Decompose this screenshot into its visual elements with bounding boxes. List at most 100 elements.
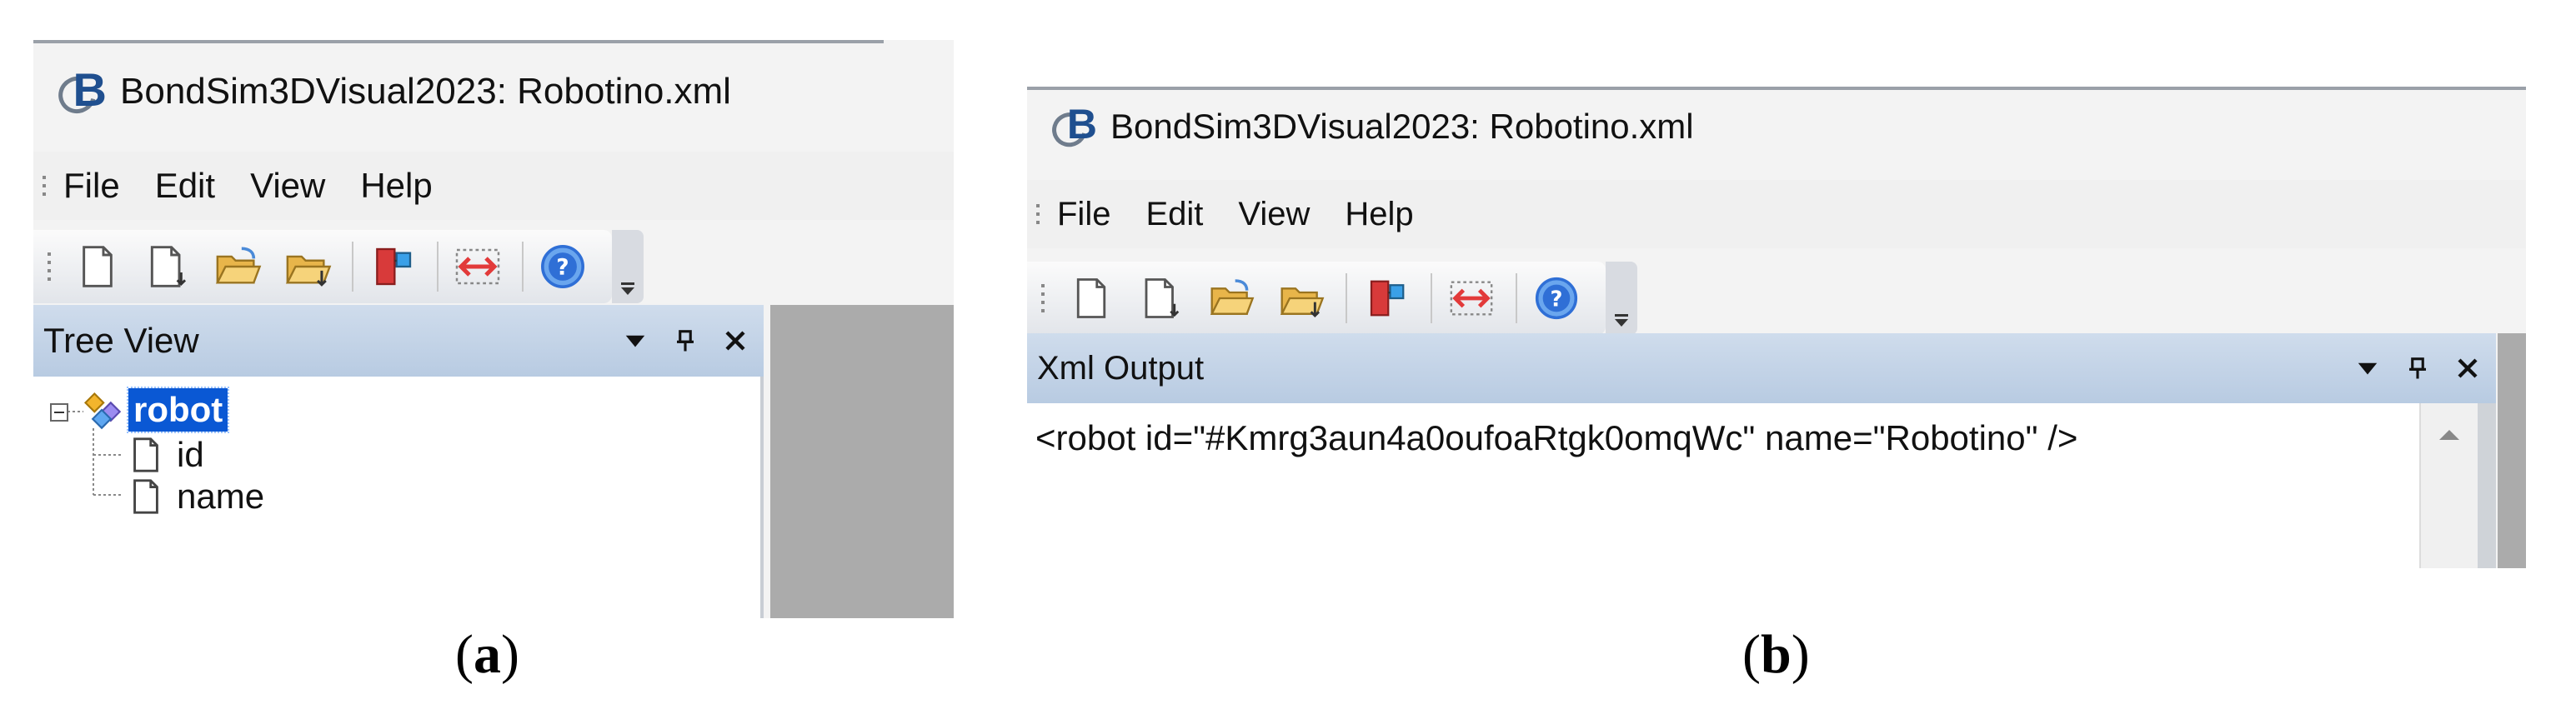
close-icon — [2455, 356, 2480, 381]
connector-button[interactable] — [1442, 269, 1501, 327]
model-component-icon — [1364, 276, 1409, 321]
open-recent-folder-button[interactable] — [1272, 269, 1331, 327]
new-document-icon — [74, 243, 121, 290]
app-logo-icon: B — [52, 67, 107, 121]
menu-file[interactable]: File — [1057, 196, 1110, 233]
vertical-scrollbar[interactable] — [2419, 403, 2478, 568]
help-button[interactable] — [1527, 269, 1586, 327]
open-folder-button[interactable] — [1202, 269, 1260, 327]
xml-output-text[interactable]: <robot id="#Kmrg3aun4a0oufoaRtgk0omqWc" … — [1035, 418, 2077, 458]
toolbar-grip-icon[interactable] — [43, 252, 55, 281]
tree-node-name[interactable]: name — [127, 477, 264, 517]
toolbar-separator — [1346, 273, 1347, 323]
new-document-button[interactable] — [68, 237, 127, 296]
menu-edit[interactable]: Edit — [1145, 196, 1203, 233]
menu-bar: File Edit View Help — [1027, 180, 2526, 248]
connector-button[interactable] — [449, 237, 507, 296]
overflow-dash-icon — [1615, 314, 1628, 317]
chevron-down-icon — [2355, 356, 2380, 381]
open-recent-folder-icon — [1278, 275, 1325, 322]
toolbar-overflow-button[interactable] — [1606, 262, 1637, 335]
menu-grip-icon[interactable] — [38, 176, 50, 196]
workspace-background — [770, 305, 954, 618]
dock-close-button[interactable] — [714, 319, 757, 362]
xml-output-pane[interactable]: <robot id="#Kmrg3aun4a0oufoaRtgk0omqWc" … — [1027, 403, 2496, 568]
dock-pin-button[interactable] — [2396, 347, 2439, 390]
caption-a: (a) — [455, 624, 519, 685]
menu-help[interactable]: Help — [360, 166, 432, 206]
toolbar — [1027, 253, 1637, 335]
window-title: BondSim3DVisual2023: Robotino.xml — [1110, 107, 1694, 146]
model-component-icon — [369, 243, 416, 290]
menu-view[interactable]: View — [250, 166, 325, 206]
toolbar-grip-icon[interactable] — [1037, 284, 1049, 312]
attribute-document-icon — [127, 477, 165, 516]
new-document-add-icon — [1139, 276, 1184, 321]
chevron-down-icon — [623, 328, 648, 353]
menu-help[interactable]: Help — [1345, 196, 1413, 233]
connector-arrow-icon — [453, 242, 503, 292]
dock-title: Tree View — [43, 321, 199, 360]
element-node-icon — [80, 388, 123, 432]
menu-edit[interactable]: Edit — [155, 166, 215, 206]
overflow-chevron-icon — [621, 287, 634, 295]
model-component-button[interactable] — [363, 237, 422, 296]
tree-view-header: Tree View — [33, 305, 764, 377]
menu-bar: File Edit View Help — [33, 152, 954, 220]
window-title: BondSim3DVisual2023: Robotino.xml — [120, 71, 731, 112]
tree-view: robot id name — [33, 377, 764, 618]
window-top-edge — [33, 40, 884, 43]
overflow-chevron-icon — [1615, 319, 1628, 327]
scrollbar-edge — [2478, 403, 2496, 568]
dock-menu-button[interactable] — [614, 319, 657, 362]
close-icon — [723, 328, 748, 353]
caption-b: (b) — [1742, 624, 1810, 685]
title-bar: B BondSim3DVisual2023: Robotino.xml — [1027, 87, 2526, 167]
scroll-up-arrow-icon[interactable] — [2439, 430, 2459, 440]
title-bar: B BondSim3DVisual2023: Robotino.xml — [33, 52, 954, 132]
toolbar-separator — [1431, 273, 1432, 323]
pin-icon — [673, 328, 698, 353]
tree-node-label: name — [177, 477, 265, 516]
toolbar-overflow-button[interactable] — [612, 230, 644, 303]
new-document-add-button[interactable] — [1132, 269, 1190, 327]
toolbar-separator — [437, 242, 439, 292]
new-document-add-button[interactable] — [138, 237, 197, 296]
new-document-icon — [1069, 276, 1114, 321]
tree-node-id[interactable]: id — [127, 435, 204, 475]
new-document-add-icon — [144, 243, 191, 290]
overflow-dash-icon — [621, 282, 634, 285]
workspace-background — [2498, 333, 2526, 568]
menu-file[interactable]: File — [63, 166, 120, 206]
open-recent-folder-button[interactable] — [278, 237, 337, 296]
app-logo-icon: B — [1045, 103, 1097, 153]
attribute-document-icon — [127, 436, 165, 474]
panel-a-window: B BondSim3DVisual2023: Robotino.xml File… — [33, 40, 954, 618]
collapse-toggle[interactable] — [50, 403, 68, 422]
open-folder-icon — [213, 242, 262, 291]
open-folder-button[interactable] — [208, 237, 267, 296]
dock-menu-button[interactable] — [2346, 347, 2389, 390]
help-icon — [539, 242, 587, 291]
dock-close-button[interactable] — [2446, 347, 2489, 390]
menu-view[interactable]: View — [1238, 196, 1310, 233]
connector-arrow-icon — [1447, 274, 1496, 322]
menu-grip-icon[interactable] — [1032, 204, 1044, 224]
dock-title: Xml Output — [1037, 349, 1205, 387]
toolbar-separator — [1516, 273, 1517, 323]
open-folder-icon — [1208, 275, 1255, 322]
new-document-button[interactable] — [1062, 269, 1120, 327]
model-component-button[interactable] — [1357, 269, 1416, 327]
pin-icon — [2405, 356, 2430, 381]
toolbar-separator — [522, 242, 524, 292]
tree-node-robot[interactable]: robot — [80, 387, 230, 433]
toolbar — [33, 222, 644, 303]
dock-pin-button[interactable] — [664, 319, 707, 362]
open-recent-folder-icon — [283, 242, 332, 291]
toolbar-separator — [352, 242, 353, 292]
help-button[interactable] — [534, 237, 592, 296]
tree-node-label: id — [177, 435, 204, 474]
help-icon — [1533, 275, 1580, 322]
panel-b-window: B BondSim3DVisual2023: Robotino.xml File… — [1027, 87, 2526, 568]
xml-output-header: Xml Output — [1027, 333, 2496, 403]
